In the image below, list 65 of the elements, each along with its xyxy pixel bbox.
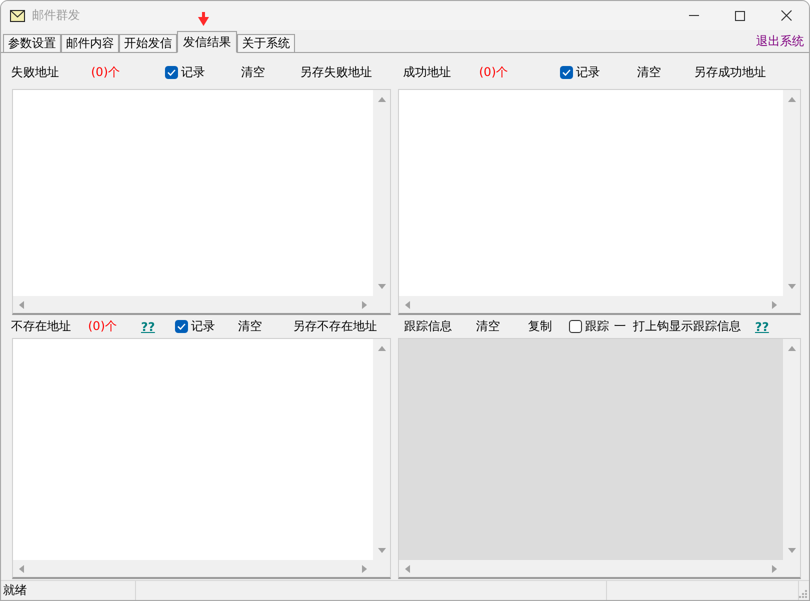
scroll-left-icon[interactable] bbox=[19, 300, 24, 308]
horizontal-scrollbar[interactable] bbox=[13, 560, 373, 577]
count-label: (0)个 bbox=[88, 318, 117, 335]
clear-button[interactable]: 清空 bbox=[637, 64, 661, 81]
scroll-up-icon[interactable] bbox=[788, 97, 796, 102]
save-button[interactable]: 另存成功地址 bbox=[694, 64, 766, 81]
scroll-down-icon[interactable] bbox=[378, 548, 386, 553]
section-title: 不存在地址 bbox=[11, 318, 71, 335]
scroll-right-icon[interactable] bbox=[772, 300, 777, 308]
clear-button[interactable]: 清空 bbox=[241, 64, 265, 81]
section-title: 跟踪信息 bbox=[404, 318, 452, 335]
minimize-icon bbox=[689, 15, 699, 16]
vertical-scrollbar[interactable] bbox=[783, 90, 800, 296]
down-arrow-icon bbox=[198, 12, 209, 26]
checkbox[interactable] bbox=[569, 320, 582, 333]
checkbox[interactable] bbox=[560, 66, 573, 79]
checkbox-label: 记录 bbox=[576, 64, 600, 81]
count-label: (0)个 bbox=[479, 64, 508, 81]
resize-grip-icon[interactable] bbox=[799, 590, 807, 598]
exit-link[interactable]: 退出系统 bbox=[756, 32, 804, 50]
vertical-scrollbar[interactable] bbox=[373, 90, 390, 296]
checkmark-icon bbox=[562, 69, 571, 76]
checkbox-label: 记录 bbox=[181, 64, 205, 81]
tab[interactable]: 关于系统 bbox=[237, 34, 295, 53]
clear-button[interactable]: 清空 bbox=[476, 318, 500, 335]
maximize-icon bbox=[735, 10, 745, 20]
scroll-up-icon[interactable] bbox=[378, 97, 386, 102]
checkmark-icon bbox=[177, 323, 186, 330]
save-button[interactable]: 另存失败地址 bbox=[300, 64, 372, 81]
scroll-left-icon[interactable] bbox=[405, 300, 410, 308]
checkmark-icon bbox=[167, 69, 176, 76]
section-title: 成功地址 bbox=[403, 64, 451, 81]
dash-text: 一 bbox=[614, 318, 626, 335]
scroll-left-icon[interactable] bbox=[19, 564, 24, 572]
checkbox-label: 跟踪 bbox=[585, 318, 609, 335]
checkbox[interactable] bbox=[175, 320, 188, 333]
envelope-icon bbox=[10, 10, 25, 22]
window-title: 邮件群发 bbox=[32, 7, 80, 24]
tab[interactable]: 邮件内容 bbox=[61, 34, 119, 53]
tab[interactable]: 参数设置 bbox=[3, 34, 61, 53]
close-icon bbox=[780, 10, 792, 21]
copy-button[interactable]: 复制 bbox=[528, 318, 552, 335]
save-button[interactable]: 另存不存在地址 bbox=[293, 318, 377, 335]
section-title: 失败地址 bbox=[11, 64, 59, 81]
count-label: (0)个 bbox=[91, 64, 120, 81]
tab[interactable]: 发信结果 bbox=[177, 31, 237, 53]
horizontal-scrollbar[interactable] bbox=[399, 296, 783, 313]
address-list[interactable] bbox=[12, 338, 391, 579]
address-list[interactable] bbox=[12, 89, 391, 315]
checkbox-label: 记录 bbox=[191, 318, 215, 335]
scroll-right-icon[interactable] bbox=[362, 300, 367, 308]
scroll-down-icon[interactable] bbox=[378, 284, 386, 289]
hint-text: 打上钩显示跟踪信息 bbox=[633, 318, 741, 335]
checkbox[interactable] bbox=[165, 66, 178, 79]
clear-button[interactable]: 清空 bbox=[238, 318, 262, 335]
help-link[interactable]: ?? bbox=[141, 320, 155, 334]
help-link[interactable]: ?? bbox=[755, 320, 769, 334]
vertical-scrollbar[interactable] bbox=[373, 339, 390, 560]
address-list[interactable] bbox=[398, 89, 801, 315]
status-text: 就绪 bbox=[3, 582, 27, 599]
scroll-right-icon[interactable] bbox=[362, 564, 367, 572]
scroll-up-icon[interactable] bbox=[378, 346, 386, 351]
scroll-down-icon[interactable] bbox=[788, 284, 796, 289]
tab[interactable]: 开始发信 bbox=[119, 34, 177, 53]
horizontal-scrollbar[interactable] bbox=[13, 296, 373, 313]
